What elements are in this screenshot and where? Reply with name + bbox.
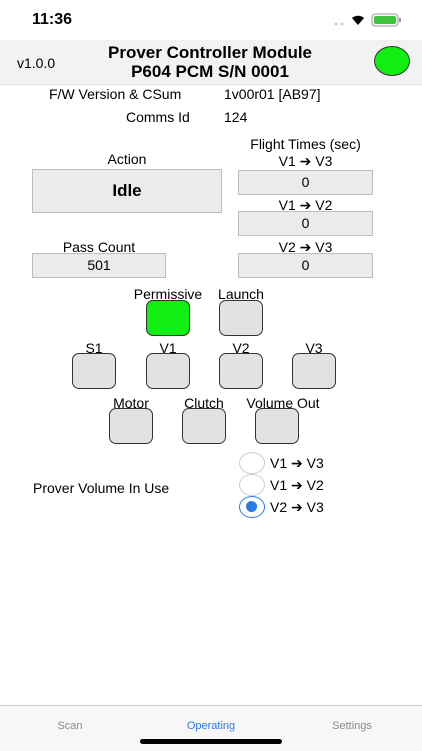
action-status-display: Idle [32, 169, 222, 213]
prover-volume-option-v1-v3[interactable] [239, 452, 265, 474]
flight-time-v1-v3-label: V1 ➔ V3 [278, 153, 333, 169]
flight-time-v2-v3-value: 0 [238, 253, 373, 278]
clutch-indicator [182, 408, 226, 444]
pass-count-value: 501 [32, 253, 166, 278]
tab-operating[interactable]: Operating [141, 720, 281, 732]
permissive-indicator [146, 300, 190, 336]
home-indicator [140, 739, 282, 744]
flight-time-v1-v2-value: 0 [238, 211, 373, 236]
launch-indicator [219, 300, 263, 336]
v3-sensor-indicator [292, 353, 336, 389]
flight-time-v1-v3-value: 0 [238, 170, 373, 195]
comms-id-value: 124 [224, 109, 248, 125]
app-version: v1.0.0 [17, 55, 56, 71]
flight-times-title: Flight Times (sec) [250, 136, 361, 152]
s1-sensor-indicator [72, 353, 116, 389]
page-title: Prover Controller Module [107, 43, 313, 62]
fw-version-value: 1v00r01 [AB97] [224, 86, 321, 102]
volume-out-indicator [255, 408, 299, 444]
status-time: 11:36 [32, 11, 73, 28]
prover-volume-option-v2-v3-label[interactable]: V2 ➔ V3 [270, 499, 324, 516]
prover-volume-option-v2-v3[interactable] [239, 496, 265, 518]
fw-version-label: F/W Version & CSum [49, 86, 182, 102]
v2-sensor-indicator [219, 353, 263, 389]
prover-volume-option-v1-v3-label[interactable]: V1 ➔ V3 [270, 455, 324, 472]
comms-id-label: Comms Id [126, 109, 190, 125]
tab-settings[interactable]: Settings [282, 720, 422, 732]
signal-wifi-battery-icon [334, 13, 401, 27]
tab-scan[interactable]: Scan [0, 720, 140, 732]
device-serial: P604 PCM S/N 0001 [131, 62, 289, 81]
connection-status-indicator [374, 46, 410, 76]
prover-volume-option-v1-v2[interactable] [239, 474, 265, 496]
prover-volume-option-v1-v2-label[interactable]: V1 ➔ V2 [270, 477, 324, 494]
motor-indicator [109, 408, 153, 444]
action-label: Action [107, 151, 147, 167]
prover-volume-label: Prover Volume In Use [33, 480, 170, 496]
v1-sensor-indicator [146, 353, 190, 389]
status-icons [330, 12, 410, 28]
